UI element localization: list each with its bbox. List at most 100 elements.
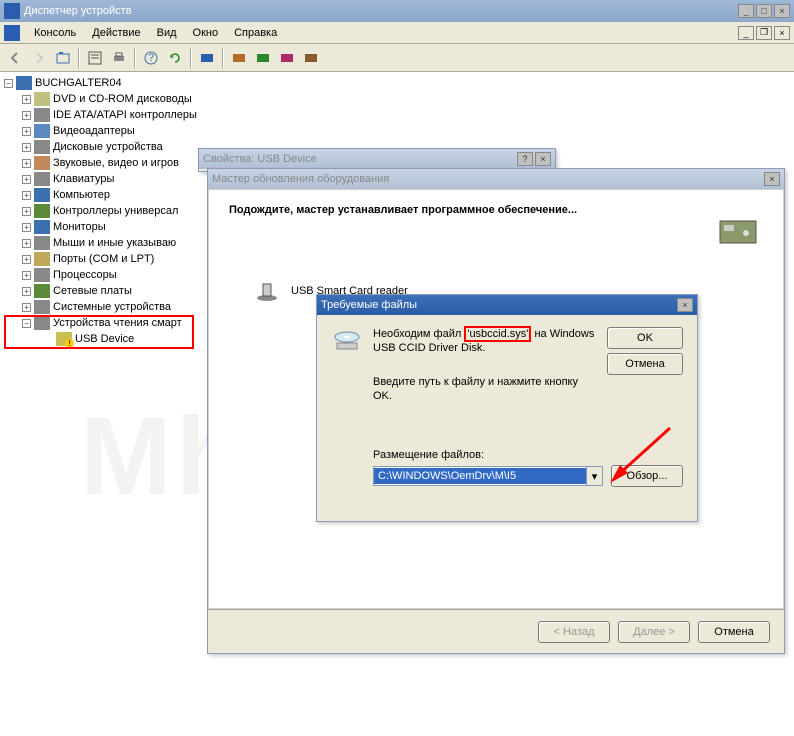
tree-node-label[interactable]: IDE ATA/ATAPI контроллеры: [53, 107, 197, 123]
up-button[interactable]: [52, 47, 74, 69]
wizard-title: Мастер обновления оборудования: [212, 173, 389, 185]
device-category-icon: [34, 236, 50, 250]
inner-close-button[interactable]: ×: [774, 26, 790, 40]
menu-view[interactable]: Вид: [149, 25, 185, 41]
path-dropdown[interactable]: C:\WINDOWS\OemDrv\M\I5 ▾: [373, 466, 603, 486]
expand-icon[interactable]: +: [22, 303, 31, 312]
menu-window[interactable]: Окно: [185, 25, 227, 41]
close-button[interactable]: ×: [774, 4, 790, 18]
tree-node-label[interactable]: Видеоадаптеры: [53, 123, 135, 139]
tree-node-label[interactable]: Клавиатуры: [53, 171, 114, 187]
expand-icon[interactable]: +: [22, 271, 31, 280]
help-button-small[interactable]: ?: [517, 152, 533, 166]
tool2-button[interactable]: [252, 47, 274, 69]
tree-node-label[interactable]: Сетевые платы: [53, 283, 132, 299]
tree-node-label[interactable]: Мыши и иные указываю: [53, 235, 176, 251]
computer-icon: [16, 76, 32, 90]
device-category-icon: [34, 220, 50, 234]
print-button[interactable]: [108, 47, 130, 69]
cancel-button[interactable]: Отмена: [607, 353, 683, 375]
maximize-button[interactable]: □: [756, 4, 772, 18]
expand-icon[interactable]: +: [22, 95, 31, 104]
ok-button[interactable]: OK: [607, 327, 683, 349]
tree-root[interactable]: − BUCHGALTER04: [4, 75, 214, 91]
tree-node-label[interactable]: Мониторы: [53, 219, 106, 235]
inner-minimize-button[interactable]: _: [738, 26, 754, 40]
tree-node[interactable]: + Дисковые устройства: [4, 139, 214, 155]
expand-icon[interactable]: +: [22, 255, 31, 264]
tree-node[interactable]: + Контроллеры универсал: [4, 203, 214, 219]
tree-node[interactable]: + Звуковые, видео и игров: [4, 155, 214, 171]
help-button[interactable]: ?: [140, 47, 162, 69]
expand-icon[interactable]: +: [22, 127, 31, 136]
device-category-icon: [34, 188, 50, 202]
tree-node-label[interactable]: Звуковые, видео и игров: [53, 155, 179, 171]
tree-node[interactable]: + Порты (COM и LPT): [4, 251, 214, 267]
menu-help[interactable]: Справка: [226, 25, 285, 41]
device-category-icon: [34, 124, 50, 138]
filename-highlight: 'usbccid.sys': [464, 326, 531, 342]
tree-node[interactable]: + Сетевые платы: [4, 283, 214, 299]
tree-node[interactable]: + Видеоадаптеры: [4, 123, 214, 139]
tree-root-label[interactable]: BUCHGALTER04: [35, 75, 122, 91]
device-category-icon: [34, 92, 50, 106]
device-category-icon: [34, 156, 50, 170]
device-category-icon: [34, 300, 50, 314]
menubar: Консоль Действие Вид Окно Справка _ ❐ ×: [0, 22, 794, 44]
menu-console[interactable]: Консоль: [26, 25, 84, 41]
expand-icon[interactable]: +: [22, 111, 31, 120]
scan-button[interactable]: [196, 47, 218, 69]
next-button: Далее >: [618, 621, 690, 643]
tool1-button[interactable]: [228, 47, 250, 69]
expand-icon[interactable]: +: [22, 207, 31, 216]
hardware-icon: [716, 213, 760, 249]
refresh-button[interactable]: [164, 47, 186, 69]
tree-node[interactable]: + IDE ATA/ATAPI контроллеры: [4, 107, 214, 123]
properties-button[interactable]: [84, 47, 106, 69]
tool4-button[interactable]: [300, 47, 322, 69]
forward-button[interactable]: [28, 47, 50, 69]
cancel-button[interactable]: Отмена: [698, 621, 770, 643]
main-titlebar: Диспетчер устройств _ □ ×: [0, 0, 794, 22]
wizard-heading: Подождите, мастер устанавливает программ…: [229, 204, 763, 216]
tool3-button[interactable]: [276, 47, 298, 69]
expand-icon[interactable]: +: [22, 175, 31, 184]
device-tree: − BUCHGALTER04 + DVD и CD-ROM дисководы + I…: [4, 75, 214, 347]
tree-node[interactable]: + Компьютер: [4, 187, 214, 203]
close-button[interactable]: ×: [677, 298, 693, 312]
console-icon: [4, 25, 20, 41]
expand-icon[interactable]: +: [22, 223, 31, 232]
back-button: < Назад: [538, 621, 610, 643]
wizard-titlebar[interactable]: Мастер обновления оборудования ×: [208, 169, 784, 189]
tree-node[interactable]: + Клавиатуры: [4, 171, 214, 187]
tree-node-label[interactable]: Системные устройства: [53, 299, 171, 315]
required-files-title: Требуемые файлы: [321, 299, 417, 311]
tree-node[interactable]: + Системные устройства: [4, 299, 214, 315]
back-button[interactable]: [4, 47, 26, 69]
inner-restore-button[interactable]: ❐: [756, 26, 772, 40]
tree-node[interactable]: + DVD и CD-ROM дисководы: [4, 91, 214, 107]
expand-icon[interactable]: +: [22, 287, 31, 296]
tree-node-label[interactable]: Порты (COM и LPT): [53, 251, 154, 267]
tree-node-label[interactable]: Контроллеры универсал: [53, 203, 178, 219]
tree-node[interactable]: + Мониторы: [4, 219, 214, 235]
minimize-button[interactable]: _: [738, 4, 754, 18]
tree-node-label[interactable]: DVD и CD-ROM дисководы: [53, 91, 192, 107]
tree-node-label[interactable]: Процессоры: [53, 267, 117, 283]
tree-node[interactable]: + Мыши и иные указываю: [4, 235, 214, 251]
tree-node[interactable]: + Процессоры: [4, 267, 214, 283]
close-button[interactable]: ×: [764, 172, 780, 186]
expand-icon[interactable]: +: [22, 239, 31, 248]
close-button[interactable]: ×: [535, 152, 551, 166]
required-files-titlebar[interactable]: Требуемые файлы ×: [317, 295, 697, 315]
window-title: Диспетчер устройств: [24, 5, 738, 17]
properties-titlebar[interactable]: Свойства: USB Device ? ×: [199, 149, 555, 169]
expand-icon[interactable]: +: [22, 143, 31, 152]
collapse-icon[interactable]: −: [4, 79, 13, 88]
menu-action[interactable]: Действие: [84, 25, 148, 41]
tree-node-label[interactable]: Компьютер: [53, 187, 110, 203]
expand-icon[interactable]: +: [22, 159, 31, 168]
path-value[interactable]: C:\WINDOWS\OemDrv\M\I5: [374, 468, 586, 484]
expand-icon[interactable]: +: [22, 191, 31, 200]
tree-node-label[interactable]: Дисковые устройства: [53, 139, 163, 155]
